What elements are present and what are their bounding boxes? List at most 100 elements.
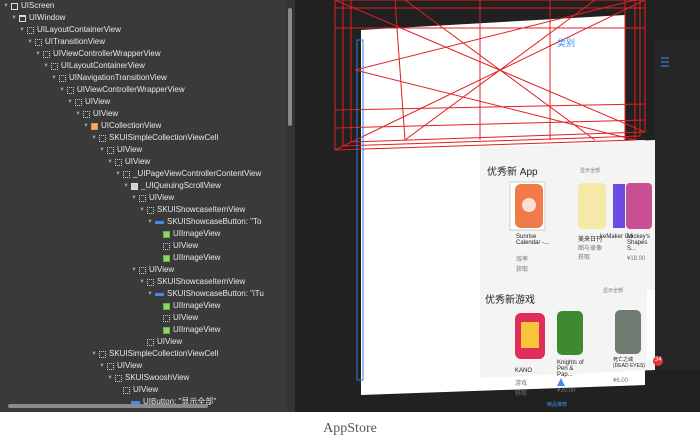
disclosure-triangle-icon[interactable]: ▼	[90, 348, 98, 360]
hierarchy-row[interactable]: ▼ UIScreen	[2, 0, 54, 12]
disclosure-triangle-icon[interactable]: ▼	[26, 36, 34, 48]
section-title-new-games: 优秀新游戏	[485, 295, 535, 306]
disclosure-triangle-icon[interactable]: ▼	[58, 84, 66, 96]
hierarchy-row-label: UIView	[149, 265, 175, 274]
view-icon	[35, 38, 42, 46]
3d-view-canvas[interactable]: 类别 优秀新 App 显示全部 Sunrise Calendar -... 效率…	[295, 0, 700, 412]
view-icon	[115, 374, 122, 382]
hierarchy-row-label: UIView	[173, 313, 199, 322]
game1-category: 游戏	[515, 381, 528, 387]
hierarchy-row[interactable]: ▼ _UIQueuingScrollView	[122, 180, 221, 192]
hierarchy-row-label: UIViewControllerWrapperView	[53, 49, 161, 58]
nav-link-categories[interactable]: 类别	[557, 36, 575, 49]
hierarchy-row-label: UIViewControllerWrapperView	[77, 85, 185, 94]
hierarchy-row[interactable]: ▼ SKUISimpleCollectionViewCell	[90, 348, 218, 360]
hierarchy-row-label: UIImageView	[173, 253, 221, 262]
hierarchy-row[interactable]: ▼ _UIPageViewControllerContentView	[114, 168, 261, 180]
hierarchy-row[interactable]: ▼ SKUISwooshView	[106, 372, 189, 384]
disclosure-triangle-icon[interactable]: ▼	[10, 12, 18, 24]
game3-price[interactable]: ¥6.00	[613, 378, 628, 384]
hierarchy-row[interactable]: ▼ UICollectionView	[82, 120, 161, 132]
hierarchy-row[interactable]: ▼ SKUISimpleCollectionViewCell	[90, 132, 218, 144]
hierarchy-row[interactable]: ▼ UIViewControllerWrapperView	[58, 84, 185, 96]
disclosure-triangle-icon[interactable]: ▼	[42, 60, 50, 72]
vertical-scrollbar[interactable]	[288, 8, 292, 126]
hierarchy-row[interactable]: ▼ UIView	[98, 144, 142, 156]
disclosure-triangle-icon[interactable]: ▼	[18, 24, 26, 36]
button-icon	[155, 220, 164, 224]
horizontal-scrollbar[interactable]	[8, 404, 208, 408]
app4-price[interactable]: ¥18.00	[627, 256, 645, 262]
view-icon	[99, 134, 106, 142]
disclosure-triangle-icon[interactable]: ▼	[106, 372, 114, 384]
app1-get-button[interactable]: 获取	[516, 264, 528, 273]
hierarchy-row-label: UIView	[93, 109, 119, 118]
disclosure-triangle-icon[interactable]: ▼	[90, 132, 98, 144]
see-all-apps-button[interactable]: 显示全部	[580, 167, 600, 174]
disclosure-triangle-icon[interactable]: ▼	[130, 264, 138, 276]
hierarchy-row-label: UIImageView	[173, 301, 221, 310]
disclosure-triangle-icon[interactable]: ▼	[74, 108, 82, 120]
button-icon	[155, 292, 164, 296]
disclosure-triangle-icon[interactable]: ▼	[82, 120, 90, 132]
disclosure-triangle-icon[interactable]: ▼	[66, 96, 74, 108]
app2-get-button[interactable]: 获取	[578, 252, 590, 261]
disclosure-triangle-icon[interactable]: ▼	[50, 72, 58, 84]
hierarchy-row[interactable]: ▼ UITransitionView	[26, 36, 105, 48]
image-icon	[163, 254, 170, 262]
hierarchy-row[interactable]: UIView	[154, 312, 198, 324]
tab-featured[interactable]: 精品推荐	[547, 401, 567, 408]
disclosure-triangle-icon[interactable]: ▼	[146, 288, 154, 300]
hierarchy-row[interactable]: ▼ UIView	[106, 156, 150, 168]
hierarchy-row[interactable]: UIImageView	[154, 252, 220, 264]
hierarchy-row[interactable]: UIImageView	[154, 228, 220, 240]
game2-price[interactable]: ¥30.00	[557, 388, 575, 394]
view-icon	[67, 86, 74, 94]
hierarchy-row[interactable]: ▼ SKUIShowcaseItemView	[138, 276, 245, 288]
disclosure-triangle-icon[interactable]: ▼	[2, 0, 10, 12]
disclosure-triangle-icon[interactable]: ▼	[98, 360, 106, 372]
hierarchy-row[interactable]: ▼ SKUIShowcaseButton: "iTu	[146, 288, 264, 300]
hierarchy-row-label: UIView	[157, 337, 183, 346]
hierarchy-row[interactable]: ▼ UIView	[66, 96, 110, 108]
game3-name: 死亡之城 (DEAD EYES)	[613, 357, 645, 369]
image-icon	[163, 302, 170, 310]
hierarchy-row[interactable]: UIImageView	[154, 324, 220, 336]
hierarchy-row-label: UIScreen	[21, 1, 55, 10]
app2-category: 图与录像	[578, 246, 603, 252]
disclosure-triangle-icon[interactable]: ▼	[114, 168, 122, 180]
hierarchy-row[interactable]: ▼ UIView	[130, 192, 174, 204]
disclosure-triangle-icon[interactable]: ▼	[34, 48, 42, 60]
view-icon	[115, 158, 122, 166]
hierarchy-row[interactable]: ▼ UINavigationTransitionView	[50, 72, 167, 84]
hierarchy-row[interactable]: UIView	[114, 384, 158, 396]
hierarchy-row[interactable]: ▼ UIWindow	[10, 12, 65, 24]
collection-icon	[91, 122, 98, 130]
hierarchy-row[interactable]: UIView	[138, 336, 182, 348]
hierarchy-row[interactable]: ▼ UILayoutContainerView	[18, 24, 121, 36]
hierarchy-row[interactable]: ▼ UILayoutContainerView	[42, 60, 145, 72]
hierarchy-row[interactable]: UIView	[154, 240, 198, 252]
hierarchy-row[interactable]: UIImageView	[154, 300, 220, 312]
hierarchy-row[interactable]: ▼ UIView	[98, 360, 142, 372]
game1-get-button[interactable]: 获取	[515, 388, 527, 397]
view-icon	[123, 386, 130, 394]
disclosure-triangle-icon[interactable]: ▼	[106, 156, 114, 168]
disclosure-triangle-icon[interactable]: ▼	[138, 204, 146, 216]
app-icon-notes	[578, 183, 606, 229]
hierarchy-row-label: _UIPageViewControllerContentView	[133, 169, 262, 178]
hierarchy-row[interactable]: ▼ UIViewControllerWrapperView	[34, 48, 161, 60]
disclosure-triangle-icon[interactable]: ▼	[98, 144, 106, 156]
view-icon	[27, 26, 34, 34]
hierarchy-row[interactable]: ▼ UIView	[74, 108, 118, 120]
hierarchy-row[interactable]: ▼ SKUIShowcaseButton: "To	[146, 216, 261, 228]
view-icon	[163, 314, 170, 322]
see-all-games-button[interactable]: 显示全部	[603, 287, 623, 294]
disclosure-triangle-icon[interactable]: ▼	[130, 192, 138, 204]
disclosure-triangle-icon[interactable]: ▼	[146, 216, 154, 228]
hierarchy-row[interactable]: ▼ UIView	[130, 264, 174, 276]
hierarchy-row-label: UIView	[117, 361, 143, 370]
disclosure-triangle-icon[interactable]: ▼	[138, 276, 146, 288]
hierarchy-row[interactable]: ▼ SKUIShowcaseItemView	[138, 204, 245, 216]
disclosure-triangle-icon[interactable]: ▼	[122, 180, 130, 192]
